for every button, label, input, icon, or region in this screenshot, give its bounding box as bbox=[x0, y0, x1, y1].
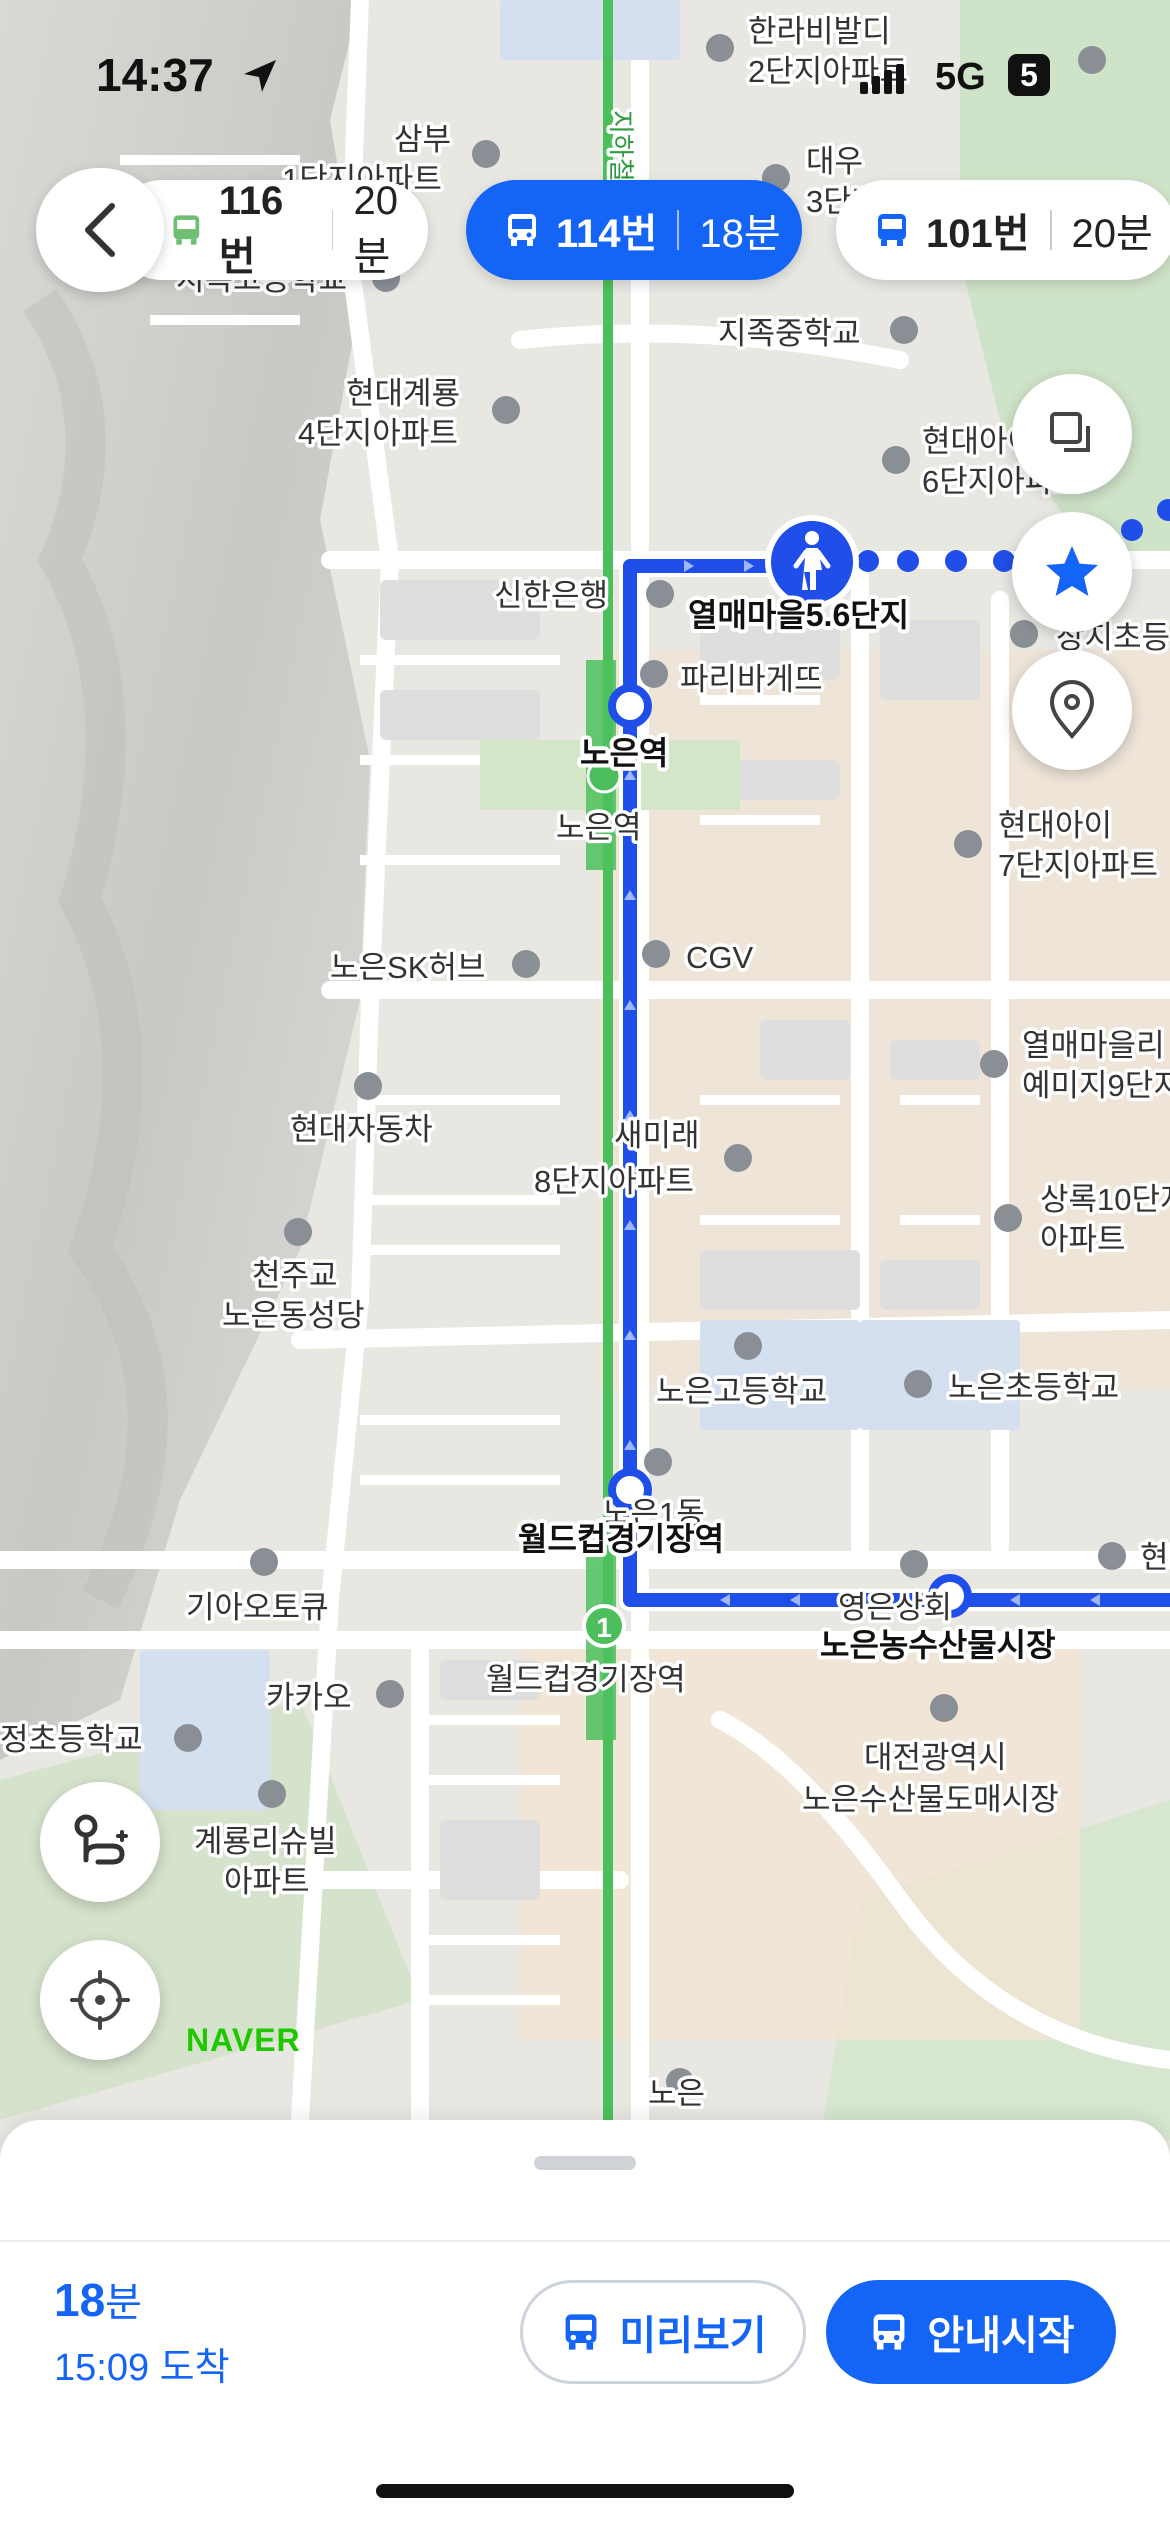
stop-label: 노은농수산물시장 bbox=[820, 1627, 1056, 1663]
map-label: 8단지아파트 bbox=[534, 1164, 694, 1199]
bus-icon bbox=[565, 2314, 597, 2350]
route-number: 116번 bbox=[218, 178, 284, 279]
stop-label: 열매마을5.6단지 bbox=[688, 597, 909, 633]
sheet-handle[interactable] bbox=[534, 2156, 636, 2170]
route-option-101[interactable]: 101번 20분 bbox=[836, 180, 1170, 280]
map-label: 노은SK허브 bbox=[330, 950, 485, 985]
route-number: 101번 bbox=[926, 212, 1030, 256]
eta-summary: 18분 15:09 도착 bbox=[54, 2270, 230, 2391]
map-label: 파리바게뜨 bbox=[680, 662, 823, 697]
start-label: 안내시작 bbox=[927, 2314, 1075, 2358]
location-arrow-icon bbox=[244, 60, 276, 92]
map-label: 천주교 bbox=[252, 1258, 338, 1293]
route-duration: 20분 bbox=[1071, 212, 1153, 256]
route-option-114[interactable]: 114번 18분 bbox=[466, 180, 802, 280]
map-label: 신한은행 bbox=[494, 578, 608, 613]
bus-icon bbox=[173, 215, 200, 245]
status-bar: 14:37 5G 5 bbox=[0, 0, 1170, 150]
map-label: 노은수산물도매시장 bbox=[802, 1782, 1059, 1817]
chevron-left-icon bbox=[85, 203, 115, 257]
map-label: 아파트 bbox=[1040, 1222, 1126, 1257]
current-location-button[interactable] bbox=[40, 1940, 160, 2060]
map-label: 현대 bbox=[1140, 1540, 1170, 1575]
map-label: 노은역 bbox=[556, 810, 642, 845]
battery-indicator: 5 bbox=[1008, 54, 1050, 96]
map-label: 예미지9단지 bbox=[1022, 1068, 1170, 1103]
stop-label: 노은역 bbox=[580, 735, 668, 771]
home-indicator[interactable] bbox=[376, 2484, 794, 2498]
map-label: 계룡리슈빌 bbox=[194, 1824, 337, 1859]
map-label: 현대아이 bbox=[998, 808, 1112, 843]
map-label: 노은 bbox=[648, 2076, 705, 2111]
route-icon bbox=[74, 1814, 128, 1865]
preview-label: 미리보기 bbox=[619, 2314, 767, 2358]
map-label: 노은고등학교 bbox=[656, 1374, 827, 1409]
map-label: 노은초등학교 bbox=[948, 1370, 1119, 1405]
map-label: 현대계룡 bbox=[346, 376, 460, 411]
start-navigation-button[interactable]: 안내시작 bbox=[826, 2280, 1116, 2384]
bottom-sheet[interactable]: 18분 15:09 도착 미리보기 안내시작 bbox=[0, 2120, 1170, 2532]
naver-logo: NAVER bbox=[186, 2022, 301, 2058]
map-label: 상록10단지 bbox=[1040, 1182, 1170, 1217]
walking-person-marker[interactable] bbox=[765, 515, 859, 609]
map-label: 카카오 bbox=[266, 1680, 352, 1715]
map-label: 기아오토큐 bbox=[186, 1590, 329, 1625]
preview-button[interactable]: 미리보기 bbox=[520, 2280, 806, 2384]
map-label: 정초등학교 bbox=[0, 1722, 143, 1757]
svg-text:1: 1 bbox=[596, 1612, 612, 1643]
divider bbox=[0, 2240, 1170, 2242]
route-options-button[interactable] bbox=[40, 1782, 160, 1902]
location-pin-button[interactable] bbox=[1012, 650, 1132, 770]
crosshair-icon bbox=[70, 1970, 130, 2030]
map-label: CGV bbox=[686, 940, 754, 975]
location-pin-icon bbox=[1049, 680, 1095, 740]
network-type: 5G bbox=[935, 56, 986, 98]
map-label: 7단지아파트 bbox=[998, 848, 1158, 883]
route-duration: 18분 bbox=[699, 212, 781, 256]
map-label: 아파트 bbox=[224, 1864, 310, 1899]
status-time: 14:37 bbox=[96, 49, 214, 101]
map-label: 영은상회 bbox=[838, 1590, 952, 1625]
bus-icon bbox=[873, 2314, 905, 2350]
route-duration: 20분 bbox=[353, 178, 398, 279]
star-icon bbox=[1046, 546, 1098, 596]
favorite-button[interactable] bbox=[1012, 512, 1132, 632]
map-label: 지족중학교 bbox=[718, 316, 861, 351]
copy-layer-button[interactable] bbox=[1012, 374, 1132, 494]
back-button[interactable] bbox=[36, 168, 164, 292]
route-number: 114번 bbox=[556, 212, 658, 256]
signal-icon bbox=[860, 64, 908, 94]
duration-unit: 분 bbox=[105, 2281, 142, 2325]
bus-icon bbox=[508, 214, 536, 246]
map-label: 4단지아파트 bbox=[298, 416, 458, 451]
layers-copy-icon bbox=[1050, 412, 1090, 452]
map-label: 새미래 bbox=[614, 1118, 700, 1153]
map-label: 열매마을리 bbox=[1022, 1028, 1165, 1063]
map-label: 현대자동차 bbox=[290, 1112, 433, 1147]
duration-value: 18 bbox=[54, 2274, 106, 2326]
arrival-time: 15:09 도착 bbox=[54, 2347, 230, 2389]
map-label: 대전광역시 bbox=[864, 1740, 1007, 1775]
stop-label: 월드컵경기장역 bbox=[518, 1521, 724, 1557]
bus-icon bbox=[878, 214, 906, 246]
map-label: 노은동성당 bbox=[222, 1298, 365, 1333]
map-label: 월드컵경기장역 bbox=[486, 1662, 686, 1697]
